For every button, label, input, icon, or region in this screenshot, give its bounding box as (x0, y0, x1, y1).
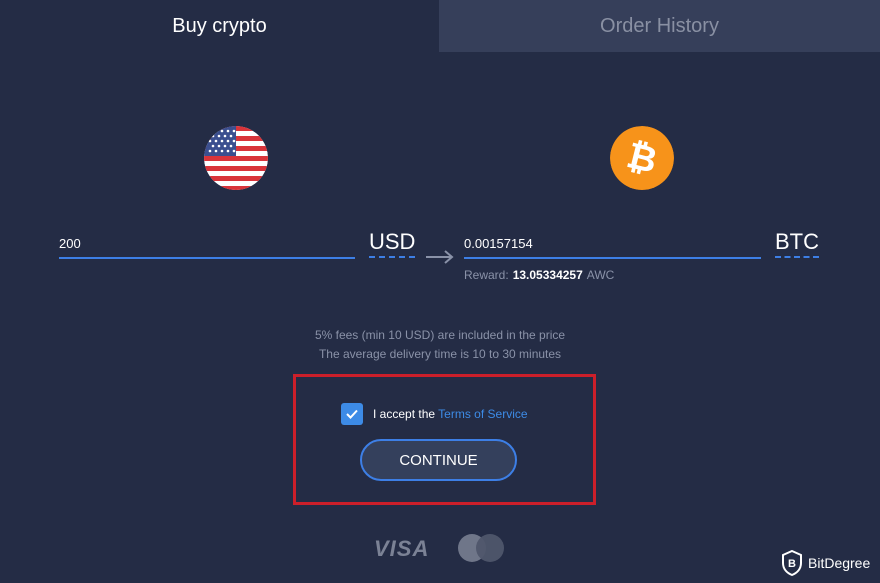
to-currency-select[interactable]: BTC (775, 230, 819, 258)
continue-button[interactable]: CONTINUE (360, 439, 517, 481)
tab-order-history[interactable]: Order History (439, 0, 880, 52)
delivery-note: The average delivery time is 10 to 30 mi… (318, 347, 562, 361)
fees-note: 5% fees (min 10 USD) are included in the… (314, 328, 566, 342)
terms-row: I accept the Terms of Service (341, 403, 528, 425)
checkmark-icon (346, 409, 358, 419)
tab-buy-crypto[interactable]: Buy crypto (0, 0, 439, 52)
reward-value: 13.05334257 (512, 268, 583, 282)
terms-text: I accept the Terms of Service (373, 407, 528, 421)
to-amount-input[interactable] (464, 229, 761, 259)
visa-logo: VISA (374, 536, 430, 561)
bitdegree-watermark: B BitDegree (781, 550, 870, 576)
brand-name: BitDegree (808, 555, 871, 571)
tab-bar: Buy crypto Order History (0, 0, 880, 52)
terms-prefix: I accept the (373, 407, 436, 421)
svg-text:B: B (788, 558, 796, 570)
reward-unit: AWC (586, 268, 615, 282)
from-amount-input[interactable] (59, 229, 355, 259)
terms-of-service-link[interactable]: Terms of Service (438, 407, 527, 421)
from-currency-select[interactable]: USD (369, 230, 416, 258)
reward-info: Reward: 13.05334257 AWC (464, 268, 614, 282)
arrow-right-icon (426, 250, 454, 264)
bitdegree-logo-icon: B (782, 550, 802, 576)
bitcoin-icon: ₿ (610, 126, 674, 190)
usa-flag-icon (204, 126, 268, 190)
mastercard-icon (458, 534, 504, 562)
terms-checkbox[interactable] (341, 403, 363, 425)
reward-label: Reward: (464, 268, 509, 282)
